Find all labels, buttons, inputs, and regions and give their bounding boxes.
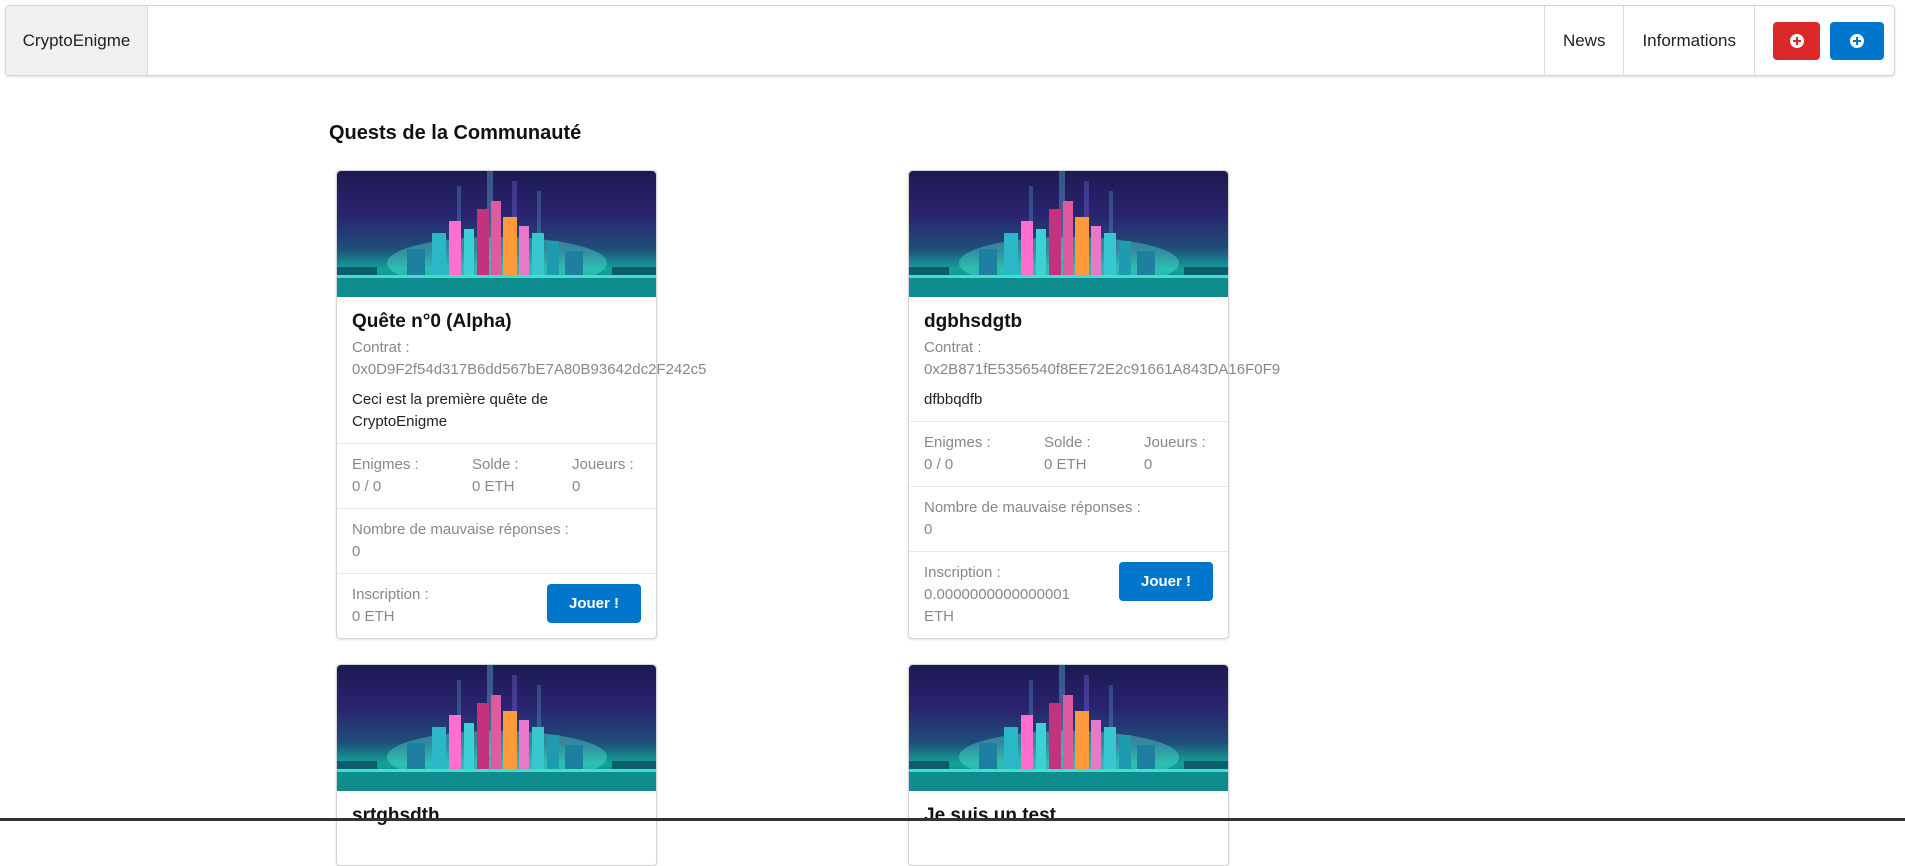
quest-image xyxy=(909,171,1228,297)
contract-address: 0x0D9F2f54d317B6dd567bE7A80B93642dc2F242… xyxy=(352,361,707,378)
navbar-actions xyxy=(1754,6,1894,75)
bad-answers-label: Nombre de mauvaise réponses : xyxy=(924,499,1141,516)
brand-link[interactable]: CryptoEnigme xyxy=(6,6,148,75)
top-navbar: CryptoEnigme News Informations xyxy=(5,5,1895,76)
bad-answers-label: Nombre de mauvaise réponses : xyxy=(352,521,569,538)
stat-value: 0 / 0 xyxy=(352,478,382,495)
quest-title: srtghsdth xyxy=(352,805,440,826)
quest-footer: Inscription : 0.0000000000000001 ETH Jou… xyxy=(909,551,1228,638)
stat-joueurs: Joueurs : 0 xyxy=(1144,432,1206,476)
play-button[interactable]: Jouer ! xyxy=(1119,562,1213,601)
blue-add-button[interactable] xyxy=(1830,21,1884,60)
inscription-value: 0.0000000000000001 ETH xyxy=(924,586,1070,625)
stat-label: Joueurs : xyxy=(1144,434,1206,451)
inscription-value: 0 ETH xyxy=(352,608,395,625)
page-title: Quests de la Communauté xyxy=(329,122,582,144)
quest-image xyxy=(337,171,656,297)
stat-label: Solde : xyxy=(1044,434,1091,451)
inscription-label: Inscription : xyxy=(924,564,1001,581)
quest-description: Ceci est la première quête de CryptoEnig… xyxy=(352,391,548,430)
contract-label: Contrat : xyxy=(352,339,410,356)
bad-answers: Nombre de mauvaise réponses : 0 xyxy=(337,508,656,573)
quest-card: Quête n°0 (Alpha) Contrat : 0x0D9F2f54d3… xyxy=(336,170,707,639)
stat-solde: Solde : 0 ETH xyxy=(472,454,572,498)
nav-informations[interactable]: Informations xyxy=(1623,6,1754,75)
quest-description: dfbbqdfb xyxy=(924,391,983,408)
red-add-button[interactable] xyxy=(1773,21,1820,60)
bad-answers-value: 0 xyxy=(352,543,361,560)
contract-label: Contrat : xyxy=(924,339,982,356)
inscription: Inscription : 0 ETH xyxy=(352,584,429,628)
quest-title: dgbhsdgtb xyxy=(924,311,1023,332)
inscription-label: Inscription : xyxy=(352,586,429,603)
quest-title: Je suis un test xyxy=(924,805,1056,826)
quest-card: srtghsdth xyxy=(336,664,657,866)
stat-enigmes: Enigmes : 0 / 0 xyxy=(924,432,1044,476)
stat-label: Solde : xyxy=(472,456,519,473)
stat-enigmes: Enigmes : 0 / 0 xyxy=(352,454,472,498)
play-button[interactable]: Jouer ! xyxy=(547,584,641,623)
quest-image xyxy=(909,665,1228,791)
quest-footer: Inscription : 0 ETH Jouer ! xyxy=(337,573,656,638)
stat-label: Enigmes : xyxy=(924,434,991,451)
quest-stats: Enigmes : 0 / 0 Solde : 0 ETH Joueurs : … xyxy=(909,421,1228,486)
quest-card: Je suis un test xyxy=(908,664,1229,866)
stat-value: 0 xyxy=(1144,456,1153,473)
stat-label: Joueurs : xyxy=(572,456,634,473)
quest-image xyxy=(337,665,656,791)
bad-answers-value: 0 xyxy=(924,521,933,538)
bad-answers: Nombre de mauvaise réponses : 0 xyxy=(909,486,1228,551)
stat-solde: Solde : 0 ETH xyxy=(1044,432,1144,476)
plus-circle-icon xyxy=(1789,33,1804,48)
inscription: Inscription : 0.0000000000000001 ETH xyxy=(924,562,1084,628)
stat-joueurs: Joueurs : 0 xyxy=(572,454,634,498)
stat-value: 0 / 0 xyxy=(924,456,954,473)
stat-value: 0 xyxy=(572,478,581,495)
contract-address: 0x2B871fE5356540f8EE72E2c91661A843DA16F0… xyxy=(924,361,1281,378)
nav-news[interactable]: News xyxy=(1543,6,1624,75)
stat-label: Enigmes : xyxy=(352,456,419,473)
stat-value: 0 ETH xyxy=(472,478,515,495)
quest-stats: Enigmes : 0 / 0 Solde : 0 ETH Joueurs : … xyxy=(337,443,656,508)
navbar-spacer xyxy=(148,6,1544,75)
plus-circle-icon xyxy=(1850,33,1864,48)
quest-title: Quête n°0 (Alpha) xyxy=(352,311,512,332)
quest-card: dgbhsdgtb Contrat : 0x2B871fE5356540f8EE… xyxy=(908,170,1281,639)
stat-value: 0 ETH xyxy=(1044,456,1087,473)
